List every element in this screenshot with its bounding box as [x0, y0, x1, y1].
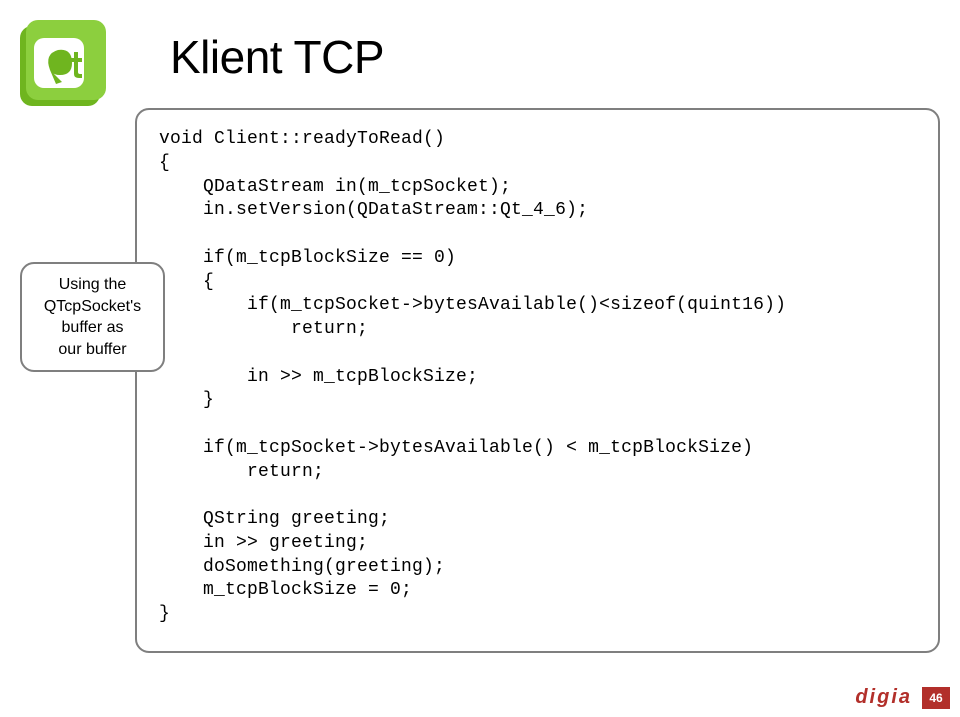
- slide-title: Klient TCP: [170, 30, 384, 84]
- digia-logo: digia: [855, 686, 912, 709]
- annotation-callout: Using the QTcpSocket's buffer as our buf…: [20, 262, 165, 372]
- page-number: 46: [922, 687, 950, 709]
- code-content: void Client::readyToRead() { QDataStream…: [159, 128, 918, 627]
- qt-logo-icon: [20, 20, 108, 110]
- annotation-text-1: Using the: [59, 276, 127, 293]
- annotation-text-2: QTcpSocket's: [44, 298, 141, 315]
- annotation-text-3: buffer as: [62, 319, 124, 336]
- annotation-text-4: our buffer: [58, 341, 126, 358]
- code-block: void Client::readyToRead() { QDataStream…: [135, 108, 940, 653]
